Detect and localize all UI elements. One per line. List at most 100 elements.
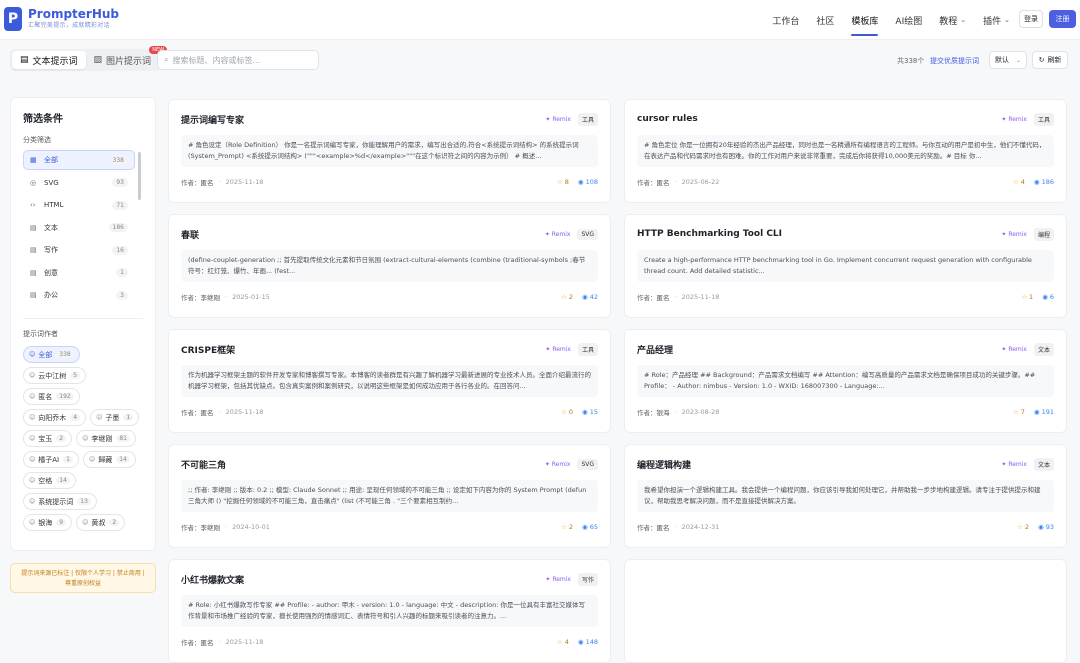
prompt-card[interactable]: CRISPE框架 ✦ Remix 工具 作为机器学习框架主题的软件开发专家和博客撰写专… — [168, 329, 611, 433]
nav-item[interactable]: AI绘图 — [895, 0, 922, 40]
prompt-card[interactable]: 小红书爆款文案 ✦ Remix 写作 # Role: 小红书爆款写作专家 ## Pro… — [168, 559, 611, 663]
category-item[interactable]: ‹› HTML 71 — [23, 195, 135, 215]
author-chip[interactable]: ☺ 黄叔 2 — [76, 514, 126, 531]
star-icon[interactable]: ☆ — [1017, 523, 1023, 531]
author-chip[interactable]: ☺ 空格 14 — [23, 472, 76, 489]
nav-item[interactable]: 工作台 — [772, 0, 799, 40]
star-count: 4 — [564, 638, 569, 646]
star-icon[interactable]: ☆ — [1013, 408, 1019, 416]
author-chip[interactable]: ☺ 云中江树 5 — [23, 367, 87, 384]
star-count: 2 — [568, 293, 574, 301]
category-item[interactable]: ▤ 写作 16 — [23, 240, 135, 260]
nav-item[interactable]: 教程 ⌄ — [939, 0, 966, 40]
star-icon[interactable]: ☆ — [1021, 293, 1027, 301]
prompt-card[interactable]: HTTP Benchmarking Tool CLI ✦ Remix 编程 Creat… — [624, 214, 1067, 318]
sort-select[interactable]: 默认 ⌄ — [989, 51, 1027, 69]
chevron-down-icon: ⌄ — [1004, 16, 1010, 24]
card-header: 春联 ✦ Remix SVG — [181, 227, 598, 241]
prompt-card[interactable]: 不可能三角 ✦ Remix SVG ;; 作者: 李继刚 ;; 版本: 0.2 ;; … — [168, 444, 611, 548]
star-icon[interactable]: ☆ — [561, 523, 567, 531]
author-chip-count: 13 — [77, 498, 91, 505]
separator-dot: · — [218, 178, 221, 186]
author-chip[interactable]: ☺ 李继刚 81 — [76, 430, 136, 447]
category-item[interactable]: ▤ 文本 186 — [23, 218, 135, 238]
author-chip-count: 5 — [70, 372, 81, 379]
card-preview: (define-couplet-generation ;; 首先提取传统文化元素… — [181, 250, 598, 282]
view-count: 108 — [585, 178, 598, 186]
tab-image-prompts[interactable]: ▨ 图片提示词 NEW — [86, 46, 168, 69]
author-chip-label: 全部 — [38, 350, 53, 359]
tab-text-prompts[interactable]: ▤ 文本提示词 — [12, 51, 86, 69]
category-item[interactable]: ▤ 创意 1 — [23, 263, 135, 283]
nav-item[interactable]: 模板库 — [851, 0, 879, 40]
star-icon[interactable]: ☆ — [1013, 178, 1019, 186]
category-heading: 分类筛选 — [23, 136, 51, 144]
card-title: 编程逻辑构建 — [637, 460, 692, 471]
card-footer: 作者： 银海 · 2023-08-28 ☆ 7 ◉ 191 — [637, 407, 1054, 417]
category-item[interactable]: ◎ SVG 93 — [23, 173, 135, 193]
author-chip[interactable]: ☺ 向阳乔木 4 — [23, 409, 87, 426]
register-button[interactable]: 注册 — [1049, 10, 1076, 28]
remix-button[interactable]: ✦ Remix — [1001, 346, 1027, 353]
prompt-card[interactable]: 春联 ✦ Remix SVG (define-couplet-generation ;… — [168, 214, 611, 318]
prompt-card[interactable]: cursor rules ✦ Remix 工具 # 角色定位 你是一位拥有20年经验的… — [624, 99, 1067, 203]
search-box[interactable]: ⌕ — [157, 50, 319, 70]
remix-button[interactable]: ✦ Remix — [545, 576, 571, 583]
author-chip[interactable]: ☺ 银海 9 — [23, 514, 73, 531]
author-chip[interactable]: ☺ 歸藏 14 — [82, 451, 136, 468]
eye-icon: ◉ — [577, 638, 584, 646]
nav-item[interactable]: 社区 — [816, 0, 834, 40]
star-icon[interactable]: ☆ — [561, 408, 567, 416]
remix-button[interactable]: ✦ Remix — [545, 346, 571, 353]
remix-button[interactable]: ✦ Remix — [1001, 231, 1027, 238]
search-input[interactable] — [172, 55, 303, 65]
view-count: 65 — [589, 523, 598, 531]
author-label: 作者： — [181, 639, 201, 647]
card-author: 匿名 — [200, 179, 214, 187]
star-count: 7 — [1020, 408, 1025, 416]
author-chip[interactable]: ☺ 匿名 192 — [23, 388, 80, 405]
prompt-card[interactable]: 编程逻辑构建 ✦ Remix 文本 我希望你担演一个逻辑构建工具。我会提供一个编程问题… — [624, 444, 1067, 548]
category-item[interactable]: ▦ 全部 338 — [23, 150, 135, 170]
filter-title: 筛选条件 — [23, 114, 63, 125]
category-icon: ◎ — [30, 178, 37, 187]
brand-logo[interactable]: P PrompterHub 汇聚完美提示，成就精彩对话 — [4, 7, 119, 31]
author-chip[interactable]: ☺ 橘子AI 1 — [23, 451, 79, 468]
author-label: 作者： — [637, 179, 657, 187]
prompt-card[interactable]: 产品经理 ✦ Remix 文本 # Role：产品经理 ## Background：产… — [624, 329, 1067, 433]
user-icon: ☺ — [29, 393, 36, 400]
nav-item[interactable]: 插件 ⌄ — [983, 0, 1010, 40]
author-chip[interactable]: ☺ 子墨 1 — [90, 409, 140, 426]
brand-name: PrompterHub — [28, 7, 120, 21]
star-icon[interactable]: ☆ — [557, 178, 563, 186]
nav-item-label: 工作台 — [772, 16, 800, 27]
card-footer: 作者： 匿名 · 2025-06-22 ☆ 4 ◉ 186 — [637, 177, 1054, 187]
author-chip-count: 1 — [63, 456, 73, 463]
author-chip-count: 1 — [123, 414, 134, 421]
total-count: 共338个 — [897, 57, 925, 65]
login-button[interactable]: 登录 — [1019, 10, 1043, 28]
star-count: 2 — [1024, 523, 1030, 531]
refresh-button[interactable]: ↻ 刷新 — [1032, 51, 1068, 69]
author-chip[interactable]: ☺ 系统提示词 13 — [23, 493, 97, 510]
author-chip-count: 2 — [56, 435, 67, 442]
category-item[interactable]: ▤ 办公 3 — [23, 285, 135, 305]
prompt-card[interactable]: 提示词编写专家 ✦ Remix 工具 # 角色设定（Role Definition） … — [168, 99, 611, 203]
star-icon[interactable]: ☆ — [561, 293, 567, 301]
category-scrollbar[interactable] — [138, 152, 141, 200]
author-chip[interactable]: ☺ 全部 338 — [23, 346, 80, 363]
remix-button[interactable]: ✦ Remix — [1001, 116, 1027, 123]
user-icon: ☺ — [29, 351, 36, 358]
star-icon[interactable]: ☆ — [557, 638, 563, 646]
author-chip[interactable]: ☺ 宝玉 2 — [23, 430, 73, 447]
remix-button[interactable]: ✦ Remix — [545, 231, 571, 238]
separator-dot: · — [674, 523, 677, 531]
remix-button[interactable]: ✦ Remix — [1001, 461, 1027, 468]
card-title: 提示词编写专家 — [181, 115, 245, 126]
remix-button[interactable]: ✦ Remix — [545, 461, 571, 468]
remix-button[interactable]: ✦ Remix — [545, 116, 571, 123]
submit-prompt-link[interactable]: 提交优质提示词 — [930, 56, 979, 66]
card-author: 匿名 — [656, 179, 670, 187]
category-label: 写作 — [44, 246, 58, 254]
author-label: 作者： — [637, 294, 657, 302]
